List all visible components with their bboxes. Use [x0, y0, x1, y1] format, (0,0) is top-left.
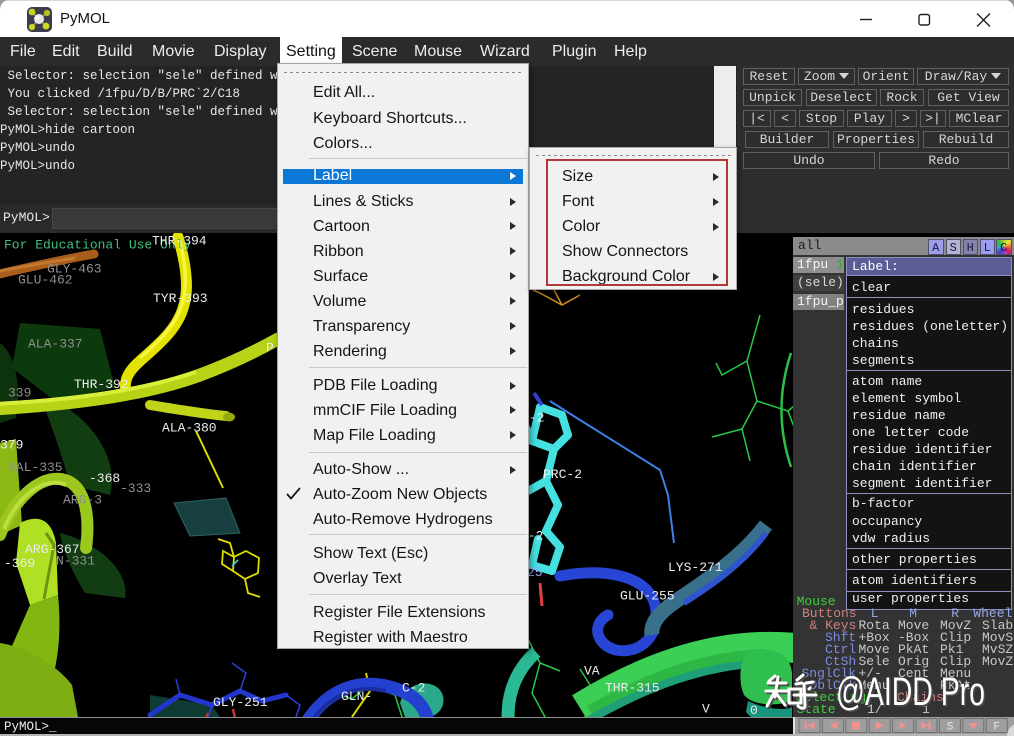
svg-text:GLU-462: GLU-462 — [18, 273, 73, 288]
svg-text:S: S — [947, 722, 954, 734]
svg-text:339: 339 — [8, 386, 31, 401]
svg-text:THR-392: THR-392 — [74, 377, 129, 392]
svg-text:GLY-251: GLY-251 — [213, 695, 268, 710]
svg-text:THR-315: THR-315 — [605, 681, 660, 696]
svg-text:ALA-337: ALA-337 — [28, 337, 83, 352]
svg-text:LYS-271: LYS-271 — [668, 560, 723, 575]
svg-text:-368: -368 — [89, 471, 120, 486]
svg-text:ALA-380: ALA-380 — [162, 421, 217, 436]
svg-text:@AIDD Pro: @AIDD Pro — [836, 670, 985, 714]
svg-text:VA: VA — [584, 664, 600, 679]
svg-text:TYR-393: TYR-393 — [153, 291, 208, 306]
svg-text:-333: -333 — [120, 481, 151, 496]
svg-text:F: F — [993, 722, 1000, 734]
svg-text:P: P — [266, 341, 274, 356]
svg-text:GLN-: GLN- — [341, 689, 372, 704]
svg-text:-369: -369 — [4, 556, 35, 571]
svg-text:V: V — [702, 702, 710, 717]
svg-text:VAL-335: VAL-335 — [8, 460, 63, 475]
svg-text:N-331: N-331 — [56, 554, 95, 569]
svg-text:THR-394: THR-394 — [152, 234, 207, 249]
svg-text:C-2: C-2 — [402, 681, 425, 696]
svg-text:25: 25 — [527, 565, 543, 580]
svg-text:379: 379 — [0, 438, 23, 453]
svg-text:GLU-255: GLU-255 — [620, 589, 675, 604]
svg-text:ARG-3: ARG-3 — [63, 493, 102, 508]
svg-text:PRC-2: PRC-2 — [543, 467, 582, 482]
